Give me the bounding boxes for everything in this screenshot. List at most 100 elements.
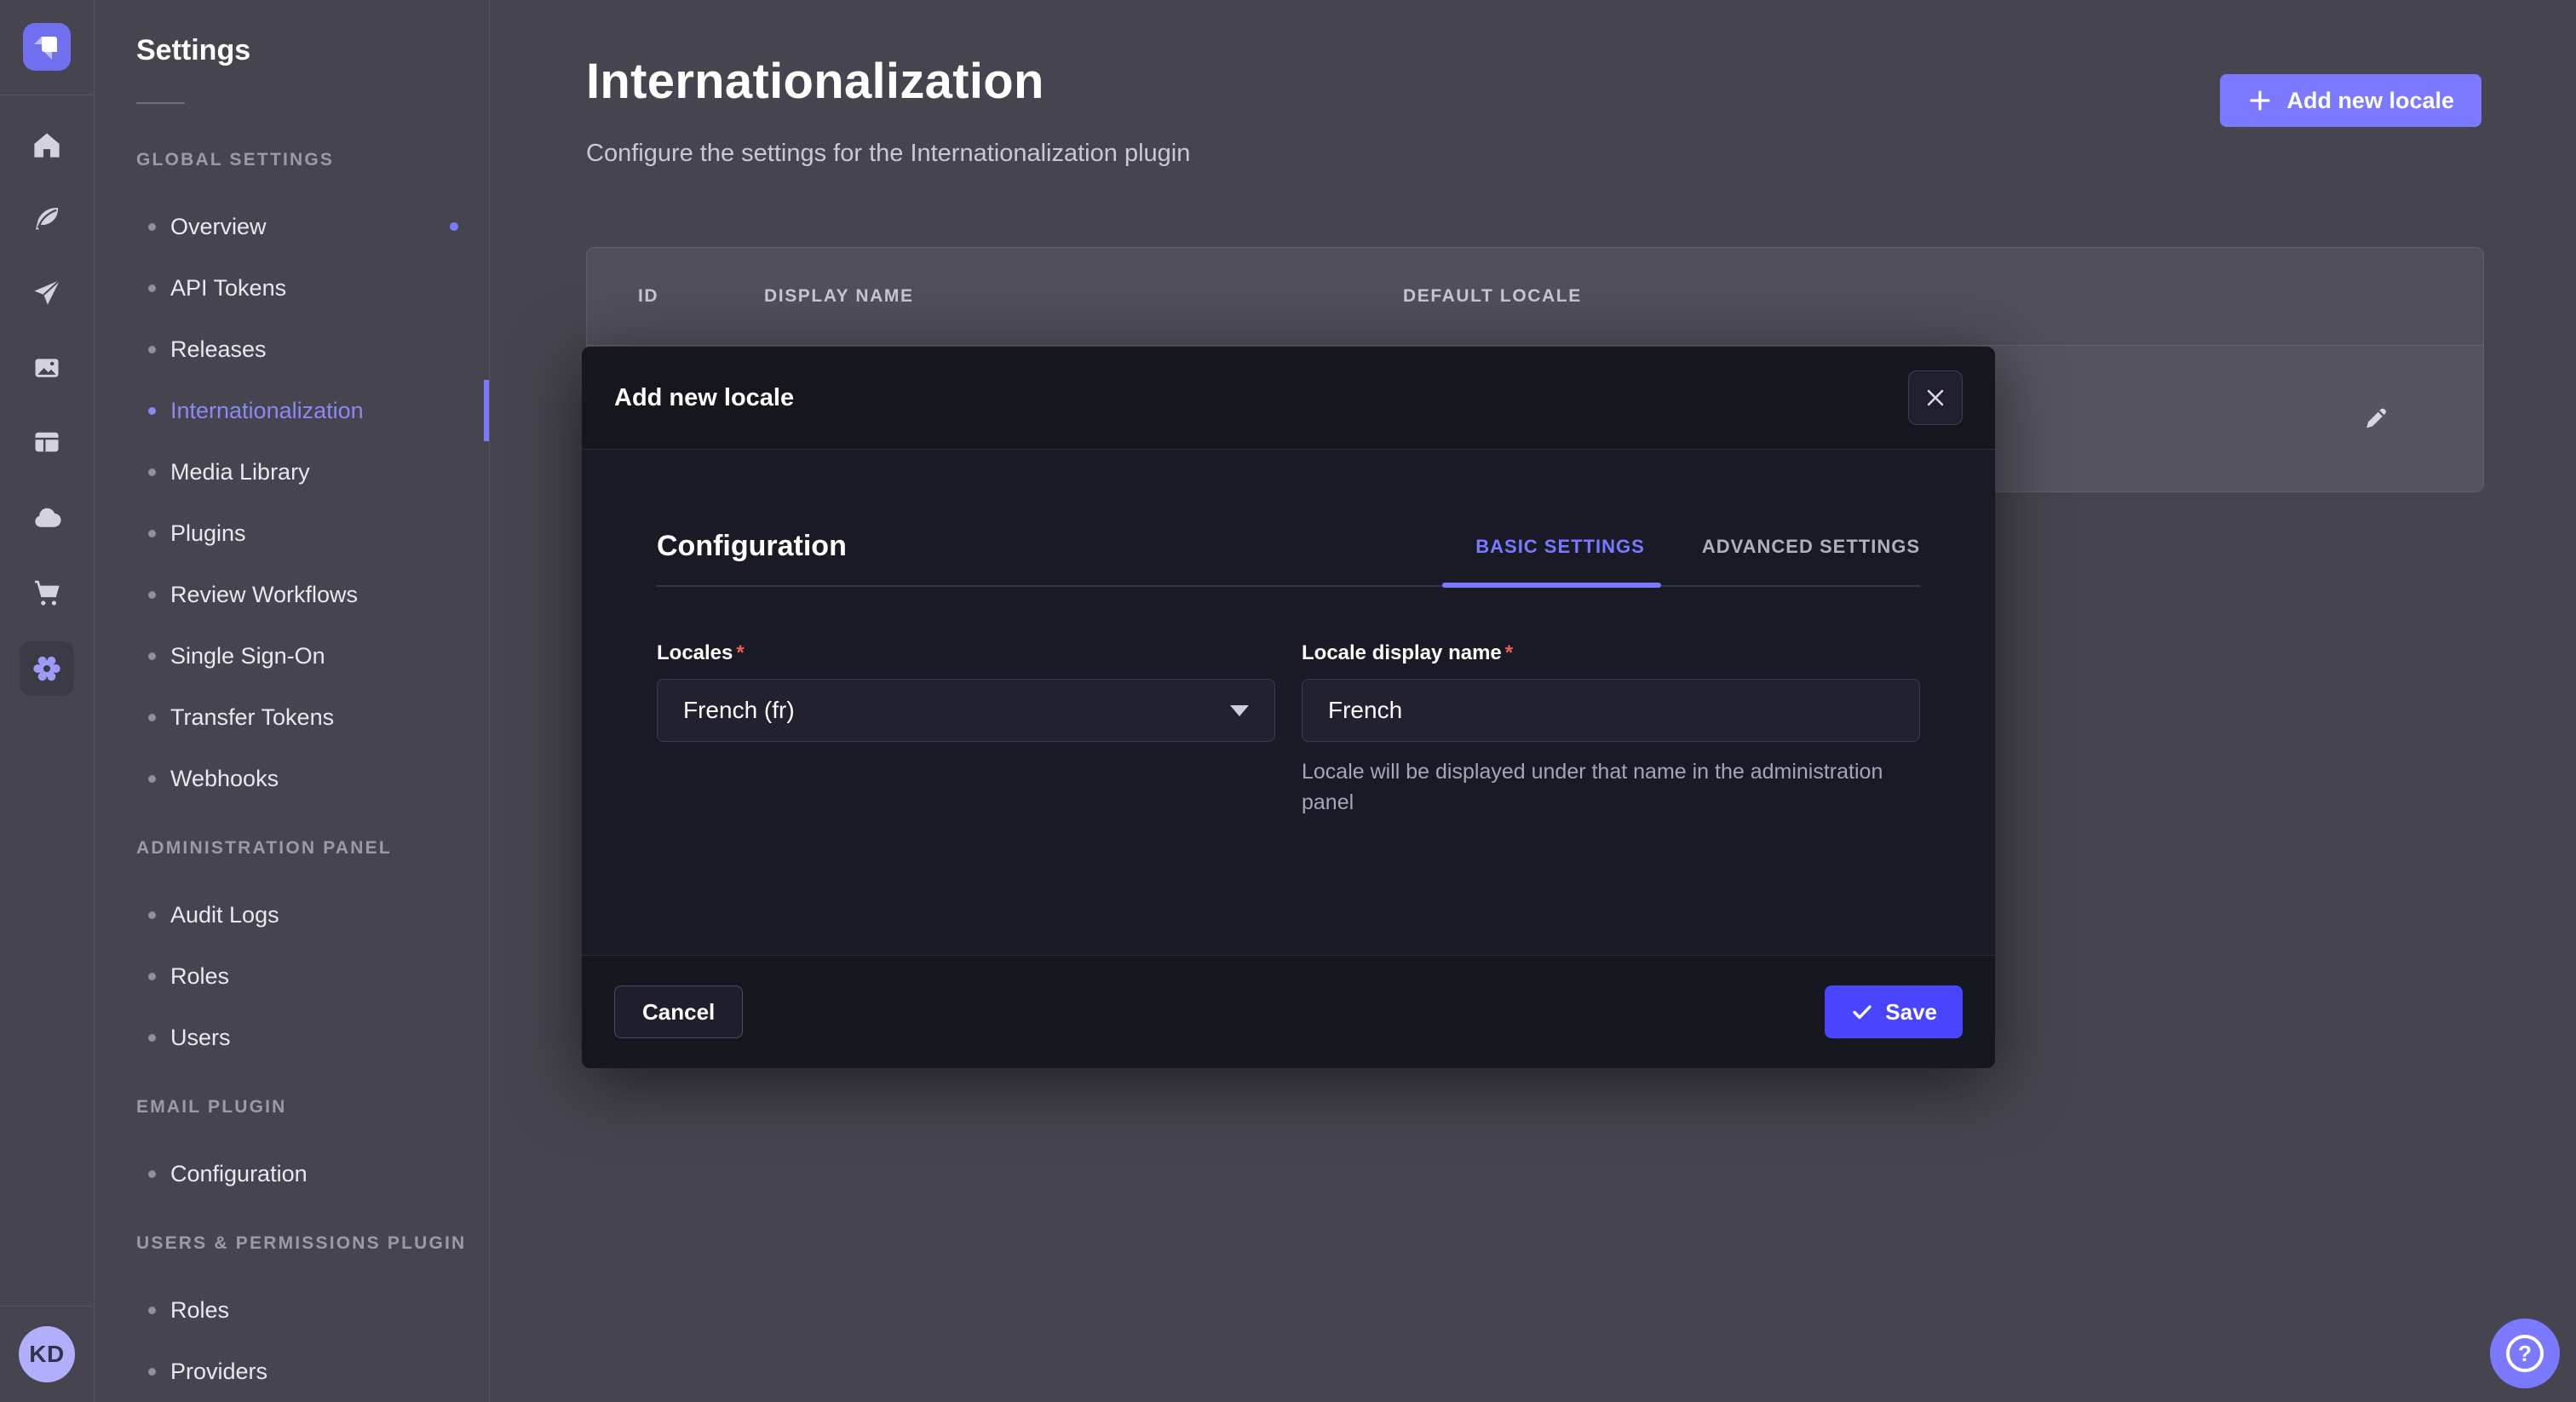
section-global-settings: GLOBAL SETTINGS Overview API Tokens Rele…	[95, 143, 489, 809]
sidebar-item-api-tokens[interactable]: API Tokens	[95, 257, 489, 319]
sidebar-item-up-roles[interactable]: Roles	[95, 1279, 489, 1341]
bullet-icon	[148, 468, 156, 476]
modal-title: Add new locale	[614, 384, 1908, 412]
column-header-id: ID	[638, 286, 658, 307]
feather-icon	[32, 204, 62, 234]
sidebar-item-webhooks[interactable]: Webhooks	[95, 748, 489, 809]
title-divider	[136, 102, 185, 104]
notification-dot-icon	[450, 222, 458, 231]
strapi-logo-icon	[23, 23, 71, 71]
tabs-divider	[657, 585, 1920, 587]
section-administration-panel: ADMINISTRATION PANEL Audit Logs Roles Us…	[95, 831, 489, 1068]
sidebar-item-review-workflows[interactable]: Review Workflows	[95, 564, 489, 625]
modal-footer: Cancel Save	[582, 955, 1995, 1068]
sidebar-item-single-sign-on[interactable]: Single Sign-On	[95, 625, 489, 687]
sidebar-item-email-configuration[interactable]: Configuration	[95, 1143, 489, 1204]
locales-select-value: French (fr)	[683, 697, 795, 724]
nav-home[interactable]	[20, 118, 74, 172]
home-icon	[32, 129, 62, 160]
nav-deploy[interactable]	[20, 265, 74, 319]
sidebar-item-admin-roles[interactable]: Roles	[95, 945, 489, 1007]
nav-cloud[interactable]	[20, 491, 74, 545]
sidebar-item-overview[interactable]: Overview	[95, 196, 489, 257]
required-asterisk: *	[1505, 641, 1513, 664]
images-icon	[32, 353, 62, 383]
bullet-icon	[148, 1034, 156, 1042]
bullet-icon	[148, 714, 156, 721]
sidebar-item-transfer-tokens[interactable]: Transfer Tokens	[95, 687, 489, 748]
bullet-icon	[148, 530, 156, 537]
pencil-icon	[2361, 403, 2392, 434]
bullet-icon	[148, 1307, 156, 1314]
bullet-icon	[148, 1368, 156, 1376]
section-users-permissions-plugin: USERS & PERMISSIONS PLUGIN Roles Provide…	[95, 1227, 489, 1402]
question-mark-icon: ?	[2506, 1335, 2544, 1372]
table-header-row: ID DISPLAY NAME DEFAULT LOCALE	[587, 248, 2483, 346]
sidebar-title: Settings	[136, 34, 250, 67]
plus-icon	[2247, 88, 2273, 113]
nav-media-library[interactable]	[20, 341, 74, 395]
gear-icon	[31, 652, 63, 685]
edit-locale-button[interactable]	[2358, 399, 2395, 440]
column-header-display-name: DISPLAY NAME	[764, 286, 914, 307]
configuration-heading: Configuration	[657, 530, 847, 563]
display-name-hint: Locale will be displayed under that name…	[1302, 757, 1911, 818]
chevron-down-icon	[1230, 705, 1249, 716]
bullet-icon	[148, 223, 156, 231]
cancel-button[interactable]: Cancel	[614, 985, 743, 1038]
add-new-locale-modal: Add new locale Configuration BASIC SETTI…	[582, 347, 1995, 1068]
sidebar-item-internationalization[interactable]: Internationalization	[95, 380, 489, 441]
display-name-label: Locale display name*	[1302, 641, 1513, 664]
tab-advanced-settings[interactable]: ADVANCED SETTINGS	[1702, 536, 1920, 558]
page-title: Internationalization	[586, 53, 1044, 110]
sidebar-item-up-providers[interactable]: Providers	[95, 1341, 489, 1402]
sidebar-item-admin-users[interactable]: Users	[95, 1007, 489, 1068]
sidebar-item-media-library[interactable]: Media Library	[95, 441, 489, 503]
bullet-icon	[148, 591, 156, 599]
active-tab-underline	[1442, 583, 1661, 588]
layout-icon	[32, 427, 62, 457]
sidebar-item-releases[interactable]: Releases	[95, 319, 489, 380]
nav-content-type-builder[interactable]	[20, 415, 74, 469]
bullet-icon	[148, 911, 156, 919]
section-label: GLOBAL SETTINGS	[95, 143, 489, 177]
settings-sidebar: Settings GLOBAL SETTINGS Overview API To…	[95, 0, 490, 1402]
cart-icon	[32, 577, 62, 608]
nav-settings[interactable]	[20, 641, 74, 696]
locales-label: Locales*	[657, 641, 745, 664]
display-name-field: Locale display name* Locale will be disp…	[1302, 641, 1920, 818]
bullet-icon	[148, 652, 156, 660]
sidebar-item-audit-logs[interactable]: Audit Logs	[95, 884, 489, 945]
nav-content-manager[interactable]	[20, 192, 74, 246]
locales-select[interactable]: French (fr)	[657, 679, 1275, 742]
section-label: ADMINISTRATION PANEL	[95, 831, 489, 865]
required-asterisk: *	[736, 641, 744, 664]
paper-plane-icon	[32, 277, 62, 307]
rail-divider-bottom	[0, 1306, 95, 1307]
close-modal-button[interactable]	[1908, 371, 1963, 425]
bullet-icon	[148, 407, 156, 415]
tab-basic-settings[interactable]: BASIC SETTINGS	[1475, 536, 1645, 558]
cloud-icon	[32, 503, 62, 533]
column-header-default-locale: DEFAULT LOCALE	[1403, 286, 1582, 307]
section-label: EMAIL PLUGIN	[95, 1090, 489, 1124]
display-name-input[interactable]	[1302, 679, 1920, 742]
close-icon	[1923, 385, 1948, 411]
sidebar-item-plugins[interactable]: Plugins	[95, 503, 489, 564]
bullet-icon	[148, 973, 156, 980]
section-label: USERS & PERMISSIONS PLUGIN	[95, 1227, 489, 1261]
help-button[interactable]: ?	[2490, 1319, 2560, 1388]
app-root: KD Settings GLOBAL SETTINGS Overview API…	[0, 0, 2576, 1402]
strapi-logo[interactable]	[23, 23, 71, 71]
bullet-icon	[148, 775, 156, 783]
modal-body: Configuration BASIC SETTINGS ADVANCED SE…	[582, 450, 1995, 955]
section-email-plugin: EMAIL PLUGIN Configuration	[95, 1090, 489, 1204]
check-icon	[1850, 1000, 1874, 1024]
page-subtitle: Configure the settings for the Internati…	[586, 140, 1190, 168]
save-button[interactable]: Save	[1825, 985, 1963, 1038]
add-new-locale-button[interactable]: Add new locale	[2220, 74, 2481, 127]
bullet-icon	[148, 346, 156, 353]
locales-field: Locales* French (fr)	[657, 641, 1275, 818]
avatar[interactable]: KD	[19, 1326, 75, 1382]
nav-marketplace[interactable]	[20, 566, 74, 620]
